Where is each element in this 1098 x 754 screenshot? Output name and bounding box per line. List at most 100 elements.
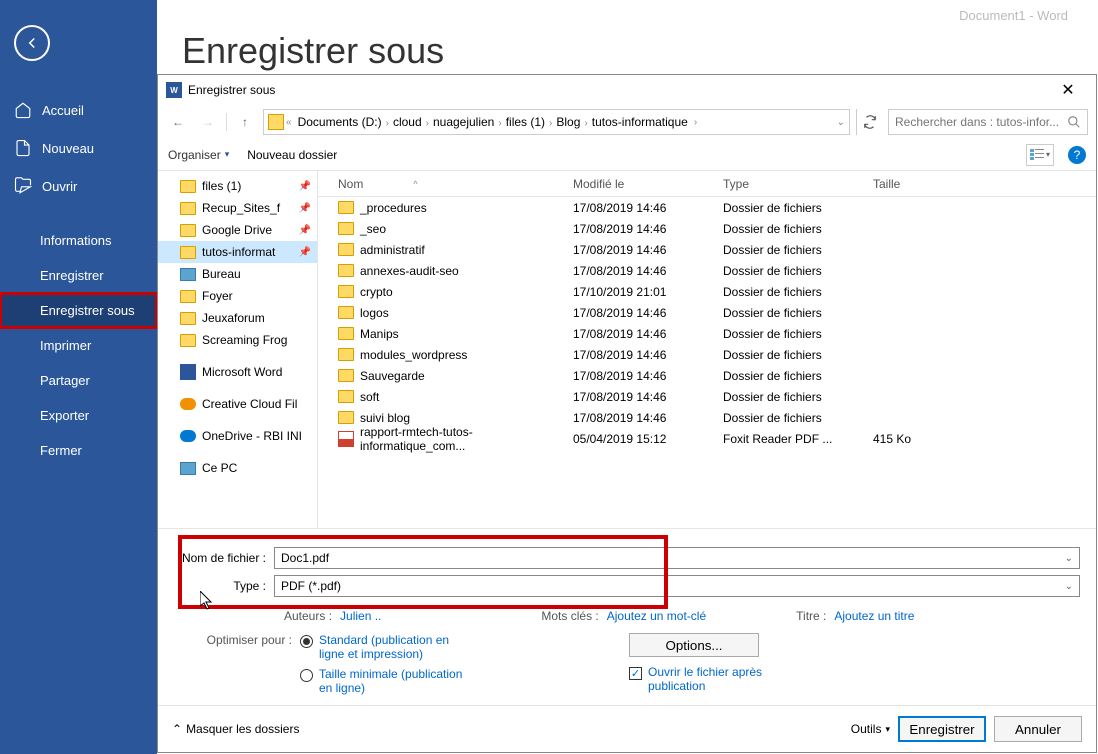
breadcrumb-segment[interactable]: files (1): [502, 115, 549, 129]
tree-item[interactable]: Screaming Frog: [158, 329, 317, 351]
sidebar-item-partager[interactable]: Partager: [0, 363, 157, 398]
file-row[interactable]: modules_wordpress17/08/2019 14:46Dossier…: [318, 344, 1096, 365]
organize-button[interactable]: Organiser: [168, 148, 229, 162]
file-name: Sauvegarde: [360, 369, 425, 383]
document-title: Document1 - Word: [959, 8, 1068, 23]
column-modified[interactable]: Modifié le: [573, 177, 723, 191]
breadcrumb-segment[interactable]: tutos-informatique: [588, 115, 692, 129]
sidebar-item-imprimer[interactable]: Imprimer: [0, 328, 157, 363]
tree-item[interactable]: OneDrive - RBI INI: [158, 425, 317, 447]
optimize-minimal-radio[interactable]: Taille minimale (publication en ligne): [300, 667, 469, 695]
tags-value[interactable]: Ajoutez un mot-clé: [607, 609, 706, 623]
file-row[interactable]: annexes-audit-seo17/08/2019 14:46Dossier…: [318, 260, 1096, 281]
file-modified: 17/08/2019 14:46: [573, 222, 723, 236]
file-type: Dossier de fichiers: [723, 201, 873, 215]
open-after-checkbox[interactable]: Ouvrir le fichier après publication: [629, 665, 798, 693]
folder-icon: [338, 390, 354, 403]
column-type[interactable]: Type: [723, 177, 873, 191]
tree-item[interactable]: Bureau: [158, 263, 317, 285]
folder-icon: [338, 201, 354, 214]
close-button[interactable]: ✕: [1048, 80, 1088, 100]
breadcrumb[interactable]: « Documents (D:)›cloud›nuagejulien›files…: [263, 109, 850, 135]
sidebar-item-nouveau[interactable]: Nouveau: [0, 129, 157, 167]
tree-item[interactable]: Ce PC: [158, 457, 317, 479]
file-row[interactable]: soft17/08/2019 14:46Dossier de fichiers: [318, 386, 1096, 407]
sidebar-item-accueil[interactable]: Accueil: [0, 91, 157, 129]
file-row[interactable]: logos17/08/2019 14:46Dossier de fichiers: [318, 302, 1096, 323]
dialog-titlebar: W Enregistrer sous ✕: [158, 75, 1096, 105]
file-row[interactable]: Sauvegarde17/08/2019 14:46Dossier de fic…: [318, 365, 1096, 386]
breadcrumb-segment[interactable]: nuagejulien: [429, 115, 498, 129]
file-row[interactable]: _seo17/08/2019 14:46Dossier de fichiers: [318, 218, 1096, 239]
sidebar-item-exporter[interactable]: Exporter: [0, 398, 157, 433]
new-folder-button[interactable]: Nouveau dossier: [247, 148, 337, 162]
optimize-standard-radio[interactable]: Standard (publication en ligne et impres…: [300, 633, 469, 661]
authors-value[interactable]: Julien ..: [340, 609, 381, 623]
nav-up-button[interactable]: ↑: [233, 110, 257, 134]
tree-item[interactable]: Google Drive📌: [158, 219, 317, 241]
pin-icon: 📌: [299, 225, 311, 236]
file-modified: 17/08/2019 14:46: [573, 390, 723, 404]
nav-forward-button[interactable]: →: [196, 110, 220, 134]
file-row[interactable]: Manips17/08/2019 14:46Dossier de fichier…: [318, 323, 1096, 344]
breadcrumb-segment[interactable]: Blog: [552, 115, 584, 129]
hide-folders-button[interactable]: ⌃ Masquer les dossiers: [172, 722, 299, 736]
save-button[interactable]: Enregistrer: [898, 716, 986, 742]
tree-item[interactable]: Jeuxaforum: [158, 307, 317, 329]
chevron-up-icon: ⌃: [172, 722, 182, 736]
filename-input[interactable]: Doc1.pdf ⌄: [274, 547, 1080, 569]
tree-item[interactable]: files (1)📌: [158, 175, 317, 197]
options-button[interactable]: Options...: [629, 633, 759, 657]
chevron-down-icon: ⌄: [1065, 553, 1073, 564]
word-icon: W: [166, 82, 182, 98]
back-arrow-icon: [23, 34, 41, 52]
pin-icon: 📌: [299, 247, 311, 258]
tree-item-label: Microsoft Word: [202, 365, 282, 379]
file-row[interactable]: _procedures17/08/2019 14:46Dossier de fi…: [318, 197, 1096, 218]
file-modified: 17/08/2019 14:46: [573, 348, 723, 362]
file-row[interactable]: rapport-rmtech-tutos-informatique_com...…: [318, 428, 1096, 449]
filetype-select[interactable]: PDF (*.pdf) ⌄: [274, 575, 1080, 597]
refresh-button[interactable]: [856, 109, 882, 135]
folder-tree: files (1)📌Recup_Sites_f📌Google Drive📌tut…: [158, 171, 318, 528]
breadcrumb-segment[interactable]: Documents (D:): [294, 115, 386, 129]
tree-item[interactable]: tutos-informat📌: [158, 241, 317, 263]
nav-back-button[interactable]: ←: [166, 110, 190, 134]
folder-icon: [338, 369, 354, 382]
folder-icon: [180, 290, 196, 303]
sidebar-item-fermer[interactable]: Fermer: [0, 433, 157, 468]
sidebar-item-label: Nouveau: [42, 141, 94, 156]
cancel-button[interactable]: Annuler: [994, 716, 1082, 742]
back-button[interactable]: [14, 25, 50, 61]
tree-item[interactable]: Creative Cloud Fil: [158, 393, 317, 415]
file-row[interactable]: administratif17/08/2019 14:46Dossier de …: [318, 239, 1096, 260]
file-modified: 17/08/2019 14:46: [573, 411, 723, 425]
folder-icon: [180, 312, 196, 325]
search-input[interactable]: [895, 115, 1067, 129]
column-size[interactable]: Taille: [873, 177, 953, 191]
chevron-down-icon: ⌄: [1065, 581, 1073, 592]
tools-button[interactable]: Outils ▾: [851, 722, 890, 736]
open-icon: [14, 177, 32, 195]
column-name[interactable]: Nom: [318, 177, 573, 191]
tree-item[interactable]: Foyer: [158, 285, 317, 307]
search-box[interactable]: [888, 109, 1088, 135]
sidebar-item-label: Fermer: [40, 443, 82, 458]
sidebar-item-label: Ouvrir: [42, 179, 77, 194]
desktop-icon: [180, 268, 196, 281]
sidebar-item-informations[interactable]: Informations: [0, 223, 157, 258]
tags-label: Mots clés :: [541, 609, 598, 623]
breadcrumb-segment[interactable]: cloud: [389, 115, 426, 129]
tree-item[interactable]: Recup_Sites_f📌: [158, 197, 317, 219]
title-value[interactable]: Ajoutez un titre: [834, 609, 914, 623]
folder-icon: [338, 243, 354, 256]
sidebar-item-enregistrer-sous[interactable]: Enregistrer sous: [0, 293, 157, 328]
sidebar-item-enregistrer[interactable]: Enregistrer: [0, 258, 157, 293]
help-button[interactable]: ?: [1068, 146, 1086, 164]
tree-item[interactable]: Microsoft Word: [158, 361, 317, 383]
file-name: rapport-rmtech-tutos-informatique_com...: [360, 425, 573, 453]
file-row[interactable]: crypto17/10/2019 21:01Dossier de fichier…: [318, 281, 1096, 302]
file-type: Dossier de fichiers: [723, 369, 873, 383]
sidebar-item-ouvrir[interactable]: Ouvrir: [0, 167, 157, 205]
view-button[interactable]: ▾: [1026, 144, 1054, 166]
